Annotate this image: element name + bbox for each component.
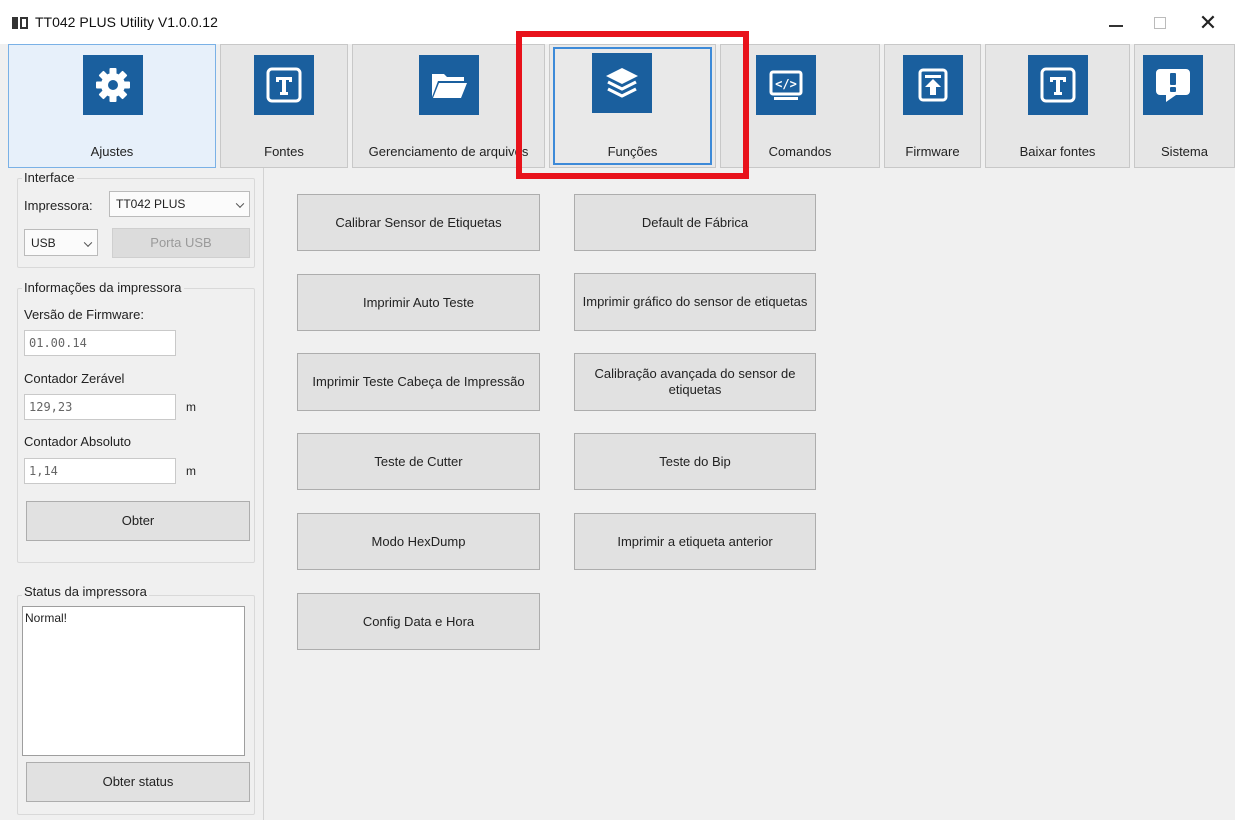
printer-select[interactable]: TT042 PLUS: [109, 191, 250, 217]
printer-label: Impressora:: [24, 198, 93, 213]
app-icon: [12, 17, 28, 29]
interface-group-label: Interface: [22, 170, 77, 185]
print-head-test-button[interactable]: Imprimir Teste Cabeça de Impressão: [297, 353, 540, 411]
tab-label: Firmware: [905, 144, 960, 159]
get-info-button[interactable]: Obter: [26, 501, 250, 541]
printer-status-text: Normal!: [22, 606, 245, 756]
beep-test-button[interactable]: Teste do Bip: [574, 433, 816, 490]
minimize-icon: [1109, 25, 1123, 27]
absolute-counter-label: Contador Absoluto: [24, 434, 131, 449]
port-select[interactable]: USB: [24, 229, 98, 256]
alert-icon: [1143, 55, 1203, 115]
tab-fontes[interactable]: Fontes: [220, 44, 348, 168]
close-icon: ✕: [1198, 10, 1218, 35]
absolute-counter-unit: m: [186, 464, 196, 478]
tab-label: Sistema: [1161, 144, 1208, 159]
tab-label: Ajustes: [90, 144, 134, 159]
printer-info-group-label: Informações da impressora: [22, 280, 184, 295]
firmware-version-field: 01.00.14: [24, 330, 176, 356]
minimize-button[interactable]: [1096, 8, 1136, 38]
port-select-value: USB: [31, 235, 56, 250]
tab-sistema[interactable]: Sistema: [1134, 44, 1235, 168]
maximize-icon: [1154, 17, 1166, 29]
tab-label: Fontes: [264, 144, 304, 159]
print-self-test-button[interactable]: Imprimir Auto Teste: [297, 274, 540, 331]
reset-counter-field: 129,23: [24, 394, 176, 420]
folder-icon: [419, 55, 479, 115]
cutter-test-button[interactable]: Teste de Cutter: [297, 433, 540, 490]
chevron-down-icon: [235, 199, 245, 208]
hexdump-mode-button[interactable]: Modo HexDump: [297, 513, 540, 570]
firmware-version-label: Versão de Firmware:: [24, 307, 144, 322]
print-sensor-graph-button[interactable]: Imprimir gráfico do sensor de etiquetas: [574, 273, 816, 331]
print-previous-label-button[interactable]: Imprimir a etiqueta anterior: [574, 513, 816, 570]
maximize-button[interactable]: [1140, 8, 1180, 38]
get-status-button[interactable]: Obter status: [26, 762, 250, 802]
font-t-icon: [254, 55, 314, 115]
usb-port-button[interactable]: Porta USB: [112, 228, 250, 258]
printer-select-value: TT042 PLUS: [116, 197, 186, 211]
window-title: TT042 PLUS Utility V1.0.0.12: [35, 14, 218, 30]
upload-icon: [903, 55, 963, 115]
font-t-icon: [1028, 55, 1088, 115]
code-icon: </>: [756, 55, 816, 115]
reset-counter-label: Contador Zerável: [24, 371, 125, 386]
absolute-counter-field: 1,14: [24, 458, 176, 484]
tab-baixar-fontes[interactable]: Baixar fontes: [985, 44, 1130, 168]
panel-divider: [263, 168, 264, 820]
factory-default-button[interactable]: Default de Fábrica: [574, 194, 816, 251]
date-time-config-button[interactable]: Config Data e Hora: [297, 593, 540, 650]
tab-ajustes[interactable]: Ajustes: [8, 44, 216, 168]
calibrate-sensor-button[interactable]: Calibrar Sensor de Etiquetas: [297, 194, 540, 251]
svg-text:</>: </>: [775, 77, 797, 91]
chevron-down-icon: [83, 237, 93, 247]
reset-counter-unit: m: [186, 400, 196, 414]
gear-icon: [83, 55, 143, 115]
tab-firmware[interactable]: Firmware: [884, 44, 981, 168]
highlight-box: [516, 31, 749, 179]
printer-status-group-label: Status da impressora: [22, 584, 149, 599]
tab-label: Baixar fontes: [1019, 144, 1096, 159]
advanced-sensor-calibration-button[interactable]: Calibração avançada do sensor de etiquet…: [574, 353, 816, 411]
close-button[interactable]: ✕: [1188, 8, 1228, 38]
